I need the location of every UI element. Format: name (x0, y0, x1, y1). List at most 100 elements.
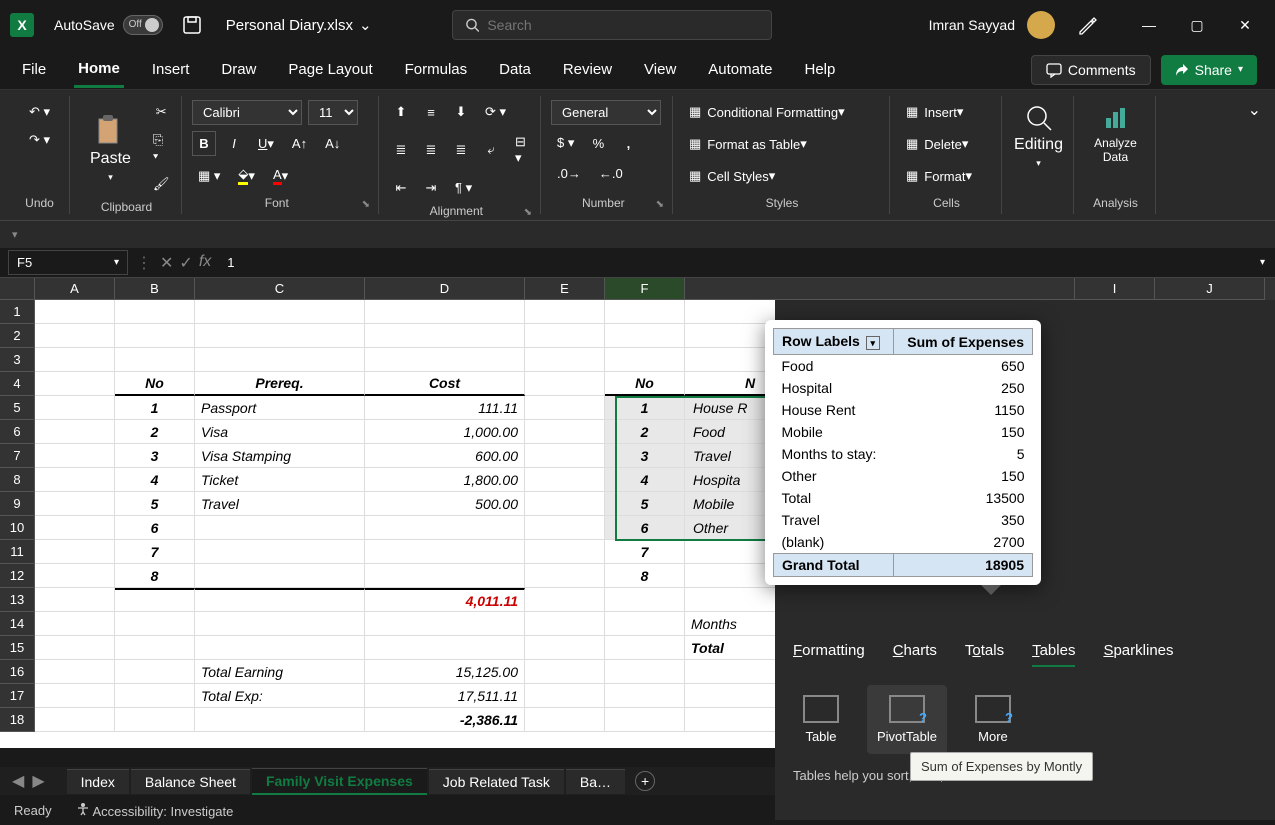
format-painter-button[interactable]: 🖌 (147, 172, 176, 196)
cell[interactable]: Travel (195, 492, 365, 516)
cell[interactable] (195, 588, 365, 612)
cell[interactable]: No (605, 372, 685, 396)
cell[interactable] (525, 492, 605, 516)
cell[interactable] (35, 420, 115, 444)
cell[interactable]: 500.00 (365, 492, 525, 516)
tab-draw[interactable]: Draw (217, 53, 260, 86)
row-header[interactable]: 9 (0, 492, 35, 516)
cell[interactable]: 4,011.11 (365, 588, 525, 612)
cell[interactable] (35, 588, 115, 612)
col-header-g[interactable] (685, 278, 1075, 300)
cell[interactable] (525, 396, 605, 420)
rtl-button[interactable]: ¶ ▾ (449, 176, 478, 200)
cell[interactable] (35, 636, 115, 660)
align-bottom-button[interactable]: ⬇ (449, 100, 473, 124)
cell[interactable] (195, 636, 365, 660)
cell[interactable] (35, 348, 115, 372)
panel-tab-totals[interactable]: Totals (965, 642, 1004, 667)
cell[interactable] (605, 324, 685, 348)
cell[interactable] (35, 492, 115, 516)
cell[interactable] (525, 636, 605, 660)
font-color-button[interactable]: A ▾ (267, 163, 294, 189)
comma-button[interactable]: , (616, 131, 640, 155)
cell[interactable] (605, 684, 685, 708)
row-header[interactable]: 13 (0, 588, 35, 612)
minimize-button[interactable]: ― (1129, 10, 1169, 40)
cell[interactable] (525, 660, 605, 684)
tab-help[interactable]: Help (801, 53, 840, 86)
cell[interactable] (605, 660, 685, 684)
cell[interactable] (365, 324, 525, 348)
increase-font-button[interactable]: A↑ (286, 132, 313, 156)
name-box[interactable]: F5 ▾ (8, 250, 128, 275)
cell[interactable]: Total Earning (195, 660, 365, 684)
cell[interactable] (115, 300, 195, 324)
align-center-button[interactable]: ≣ (419, 138, 443, 162)
cell[interactable] (115, 348, 195, 372)
toggle-switch[interactable]: Off (123, 15, 163, 35)
col-header-e[interactable]: E (525, 278, 605, 300)
cell[interactable] (525, 372, 605, 396)
insert-cells-button[interactable]: ▦ Insert ▾ (900, 100, 993, 124)
cell[interactable] (195, 300, 365, 324)
cell[interactable] (365, 516, 525, 540)
cell[interactable] (525, 420, 605, 444)
cell[interactable]: Visa (195, 420, 365, 444)
increase-indent-button[interactable]: ⇥ (419, 176, 443, 200)
tab-home[interactable]: Home (74, 52, 124, 88)
tab-formulas[interactable]: Formulas (401, 53, 472, 86)
cell[interactable] (115, 636, 195, 660)
cell[interactable] (195, 540, 365, 564)
cell[interactable] (195, 348, 365, 372)
row-header[interactable]: 12 (0, 564, 35, 588)
comments-button[interactable]: Comments (1031, 55, 1151, 85)
sheet-tab-balance[interactable]: Balance Sheet (131, 769, 250, 794)
cut-button[interactable]: ✂ (147, 100, 176, 124)
cell[interactable]: 1,000.00 (365, 420, 525, 444)
cell[interactable] (115, 612, 195, 636)
cell[interactable] (525, 300, 605, 324)
cell[interactable] (195, 708, 365, 732)
cell[interactable]: Visa Stamping (195, 444, 365, 468)
decrease-decimal-button[interactable]: ←.0 (593, 161, 629, 185)
cell[interactable]: Ticket (195, 468, 365, 492)
cell[interactable] (35, 612, 115, 636)
row-header[interactable]: 6 (0, 420, 35, 444)
alignment-launcher[interactable]: ⬊ (524, 207, 532, 218)
delete-cells-button[interactable]: ▦ Delete ▾ (900, 132, 993, 156)
cell[interactable] (605, 300, 685, 324)
cell[interactable] (365, 636, 525, 660)
cell[interactable] (35, 396, 115, 420)
add-sheet-button[interactable]: + (635, 771, 655, 791)
search-box[interactable] (452, 10, 772, 40)
panel-item-pivottable[interactable]: ? PivotTable (867, 685, 947, 754)
decrease-indent-button[interactable]: ⇤ (389, 176, 413, 200)
cell[interactable] (195, 324, 365, 348)
row-header[interactable]: 5 (0, 396, 35, 420)
formula-expand-button[interactable]: ▾ (1250, 257, 1275, 268)
col-header-i[interactable]: I (1075, 278, 1155, 300)
cell[interactable] (35, 708, 115, 732)
format-as-table-button[interactable]: ▦ Format as Table ▾ (683, 132, 881, 156)
wrap-text-button[interactable]: ⤶ (479, 138, 503, 162)
panel-tab-charts[interactable]: Charts (893, 642, 937, 667)
cell[interactable] (195, 516, 365, 540)
cell[interactable]: 3 (605, 444, 685, 468)
row-header[interactable]: 14 (0, 612, 35, 636)
cell-styles-button[interactable]: ▦ Cell Styles ▾ (683, 164, 881, 188)
cell[interactable] (195, 612, 365, 636)
cell[interactable] (525, 588, 605, 612)
col-header-a[interactable]: A (35, 278, 115, 300)
cell[interactable] (35, 516, 115, 540)
collapse-chevron-icon[interactable]: ▾ (12, 228, 18, 241)
cell[interactable] (525, 516, 605, 540)
cell[interactable]: No (115, 372, 195, 396)
underline-button[interactable]: U ▾ (252, 132, 280, 156)
format-cells-button[interactable]: ▦ Format ▾ (900, 164, 993, 188)
cell[interactable]: 2 (605, 420, 685, 444)
close-button[interactable]: ✕ (1225, 10, 1265, 40)
cell[interactable]: 6 (605, 516, 685, 540)
merge-button[interactable]: ⊟ ▾ (509, 130, 533, 170)
cell[interactable]: Cost (365, 372, 525, 396)
cell[interactable] (525, 540, 605, 564)
